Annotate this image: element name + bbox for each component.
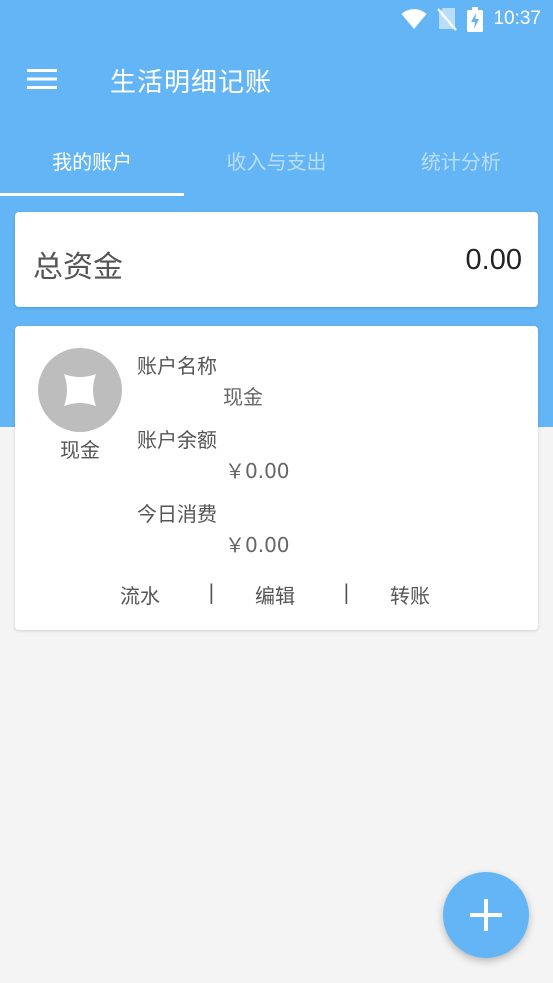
- account-name-value: 现金: [223, 385, 263, 409]
- total-funds-value: 0.00: [465, 244, 522, 276]
- battery-charging-icon: [467, 6, 484, 32]
- app-title: 生活明细记账: [110, 68, 273, 98]
- action-separator: |: [208, 580, 215, 604]
- wifi-icon: [401, 8, 427, 30]
- total-funds-label: 总资金: [33, 250, 123, 285]
- account-avatar: [38, 348, 122, 432]
- account-card[interactable]: 现金 账户名称 现金 账户余额 ￥0.00 今日消费 ￥0.00 流水 | 编辑…: [15, 326, 538, 630]
- no-sim-icon: [437, 7, 458, 31]
- edit-button[interactable]: 编辑: [255, 580, 295, 609]
- tab-income-expense[interactable]: 收入与支出: [184, 130, 368, 196]
- account-actions: 流水 | 编辑 | 转账: [15, 580, 538, 610]
- status-icons: 10:37: [401, 6, 541, 32]
- account-name-label: 账户名称: [137, 354, 217, 378]
- account-balance-label: 账户余额: [137, 428, 217, 452]
- account-balance-value: ￥0.00: [225, 459, 290, 483]
- total-funds-card: 总资金 0.00: [15, 212, 538, 307]
- today-spending-value: ￥0.00: [225, 533, 290, 557]
- flow-button[interactable]: 流水: [120, 580, 160, 609]
- tab-bar: 我的账户 收入与支出 统计分析: [0, 130, 553, 196]
- status-bar: 10:37: [0, 0, 553, 38]
- menu-button[interactable]: [22, 62, 64, 100]
- account-avatar-label: 现金: [60, 438, 100, 462]
- tab-statistics[interactable]: 统计分析: [369, 130, 553, 196]
- action-separator: |: [343, 580, 350, 604]
- transfer-button[interactable]: 转账: [390, 580, 430, 609]
- today-spending-label: 今日消费: [137, 502, 217, 526]
- tab-indicator: [0, 193, 184, 196]
- tab-my-accounts[interactable]: 我的账户: [0, 130, 184, 196]
- status-time: 10:37: [493, 8, 541, 29]
- add-account-button[interactable]: [443, 872, 529, 958]
- app-bar: 生活明细记账: [0, 40, 553, 120]
